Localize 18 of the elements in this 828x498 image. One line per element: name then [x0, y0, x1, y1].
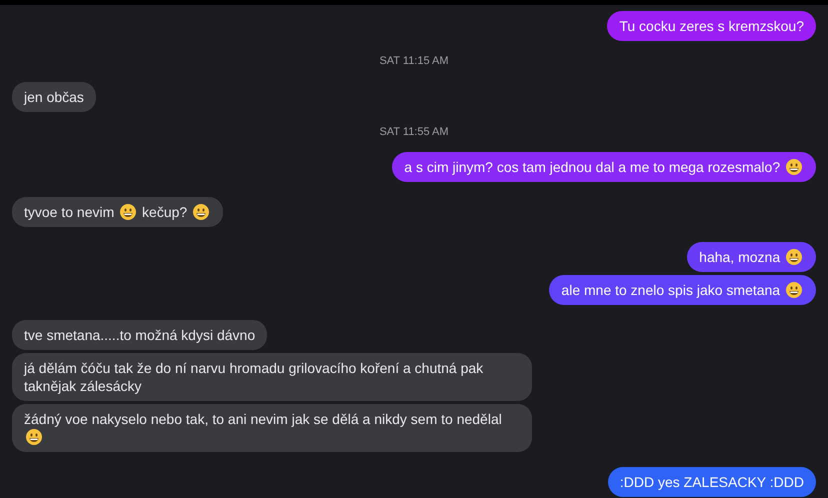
- message-bubble: já dělám čóču tak že do ní narvu hromadu grilovacího koření a chutná pak taknějak zálesácky: [12, 353, 532, 401]
- grinning-face-icon: [193, 204, 210, 220]
- grinning-face-icon: [786, 159, 802, 175]
- message-bubble: haha, mozna: [687, 242, 816, 272]
- message-bubble: jen občas: [12, 82, 96, 112]
- message-bubble: tyvoe to nevim kečup?: [12, 197, 224, 227]
- message-bubble: :DDD yes ZALESACKY :DDD: [608, 467, 816, 497]
- message-bubble: žádný voe nakyselo nebo tak, to ani nevim jak se dělá a nikdy sem to nedělal: [12, 404, 532, 452]
- message-bubble: tve smetana.....to možná kdysi dávno: [12, 320, 268, 350]
- grinning-face-icon: [26, 429, 42, 445]
- timestamp: SAT 11:55 AM: [379, 124, 449, 140]
- timestamp: SAT 11:15 AM: [379, 54, 449, 69]
- message-bubble: Tu cocku zeres s kremzskou?: [607, 11, 816, 41]
- message-bubble: a s cim jinym? cos tam jednou dal a me to mega rozesmalo?: [392, 152, 816, 182]
- grinning-face-icon: [120, 204, 136, 220]
- grinning-face-icon: [786, 282, 802, 298]
- grinning-face-icon: [786, 249, 802, 265]
- message-bubble: ale mne to znelo spis jako smetana: [549, 275, 816, 305]
